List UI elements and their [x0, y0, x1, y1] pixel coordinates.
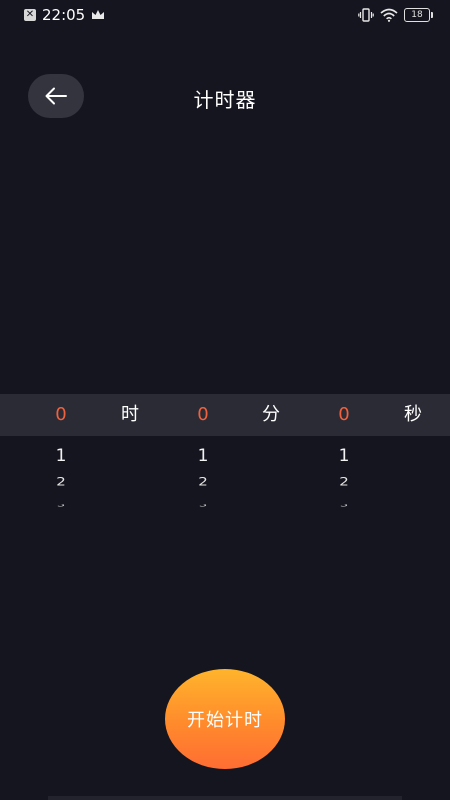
second-option: 2 [339, 475, 349, 489]
hour-unit-label: 时 [121, 404, 139, 425]
status-bar: ✕ 22:05 18 [0, 0, 450, 30]
second-option: 3 [339, 504, 349, 509]
minute-selected-value: 0 [197, 404, 209, 425]
minute-unit-label: 分 [262, 404, 280, 425]
notification-icon: ✕ [24, 9, 36, 21]
hour-picker[interactable]: 0 1 2 3 [41, 394, 81, 514]
hour-selected-value: 0 [55, 404, 67, 425]
hour-option: 2 [56, 475, 66, 489]
minute-option: 3 [198, 504, 208, 509]
status-time: 22:05 [42, 6, 86, 24]
minute-option: 1 [197, 446, 209, 466]
crown-icon [92, 10, 105, 19]
hour-option: 3 [56, 504, 66, 509]
vibrate-icon [358, 8, 374, 22]
second-option: 1 [338, 446, 350, 466]
second-picker[interactable]: 0 1 2 3 [324, 394, 364, 514]
status-left: ✕ 22:05 [24, 6, 105, 24]
minute-picker[interactable]: 0 1 2 3 [183, 394, 223, 514]
battery-icon: 18 [404, 8, 433, 22]
second-unit-label: 秒 [404, 404, 422, 425]
page-title: 计时器 [193, 88, 257, 112]
bottom-strip [48, 796, 402, 800]
minute-option: 2 [198, 475, 208, 489]
status-right: 18 [358, 8, 433, 22]
start-timer-button[interactable]: 开始计时 [165, 669, 285, 769]
wifi-icon [380, 8, 398, 22]
second-selected-value: 0 [338, 404, 350, 425]
hour-option: 1 [55, 446, 67, 466]
